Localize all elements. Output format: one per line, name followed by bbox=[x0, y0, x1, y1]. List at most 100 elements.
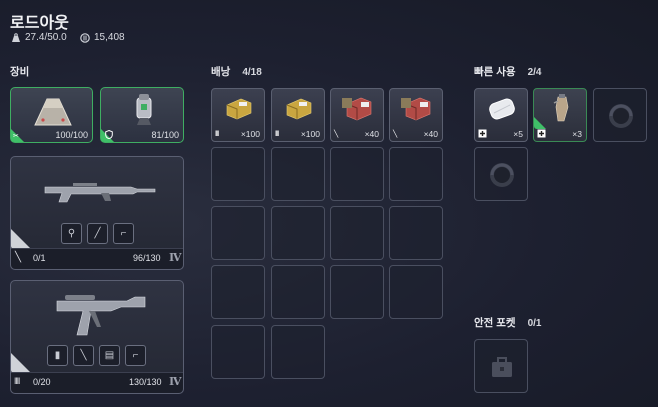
shotgun-ammo-icon bbox=[342, 97, 372, 121]
barrel-icon: ╲ bbox=[80, 350, 87, 361]
bandage-icon bbox=[489, 98, 515, 120]
quick-use-label: 빠른 사용 bbox=[474, 66, 516, 78]
backpack-slot-1[interactable]: ǀǀǀǀ ×100 bbox=[211, 88, 265, 142]
backpack-slot-5[interactable] bbox=[211, 147, 265, 201]
weapon-1-durability: 96/130 bbox=[133, 253, 161, 263]
muzzle-icon: ╱ bbox=[94, 228, 101, 239]
weapon-2-icon bbox=[56, 295, 146, 336]
item-qty: ×40 bbox=[423, 129, 438, 139]
grip-icon: ▮ bbox=[54, 350, 61, 361]
safe-pocket-slot[interactable] bbox=[474, 339, 528, 393]
backpack-slot-6[interactable] bbox=[271, 147, 325, 201]
weapon-1-footer: ╲ 0/1 96/130 Ⅳ bbox=[11, 248, 183, 269]
light-ammo-icon bbox=[286, 98, 312, 120]
shield-slot[interactable]: 81/100 bbox=[100, 87, 184, 143]
quick-use-slot-1[interactable]: ×5 bbox=[474, 88, 528, 142]
backpack-slot-15[interactable] bbox=[330, 265, 384, 319]
heal-type-icon bbox=[478, 129, 487, 138]
attachment-magazine-slot[interactable]: ▤ bbox=[99, 345, 120, 366]
augment-icon bbox=[34, 98, 72, 126]
backpack-slot-11[interactable] bbox=[330, 206, 384, 260]
augment-slot[interactable]: ✂ 100/100 bbox=[10, 87, 93, 143]
attachment-grip-slot[interactable]: ▮ bbox=[47, 345, 68, 366]
weapon-2-ammo: 0/20 bbox=[33, 377, 51, 387]
weapon-1-tier: Ⅳ bbox=[169, 251, 182, 264]
scope-icon: ⚲ bbox=[67, 228, 76, 239]
stock-icon: ⌐ bbox=[120, 228, 127, 239]
safe-pocket-count: 0/1 bbox=[527, 318, 542, 329]
magazine-icon: ▤ bbox=[104, 350, 115, 361]
backpack-slot-9[interactable] bbox=[211, 206, 265, 260]
shield-type-icon bbox=[105, 130, 113, 139]
weight-stat: 27.4/50.0 bbox=[11, 32, 67, 43]
grenade-icon bbox=[553, 94, 569, 122]
attachment-stock-slot[interactable]: ⌐ bbox=[125, 345, 146, 366]
ammo-type-icon: ǀǀǀǀ bbox=[215, 131, 219, 138]
backpack-slot-2[interactable]: ǀǀǀǀ ×100 bbox=[271, 88, 325, 142]
weapon-2-tier: Ⅳ bbox=[169, 375, 182, 388]
coin-icon bbox=[80, 32, 90, 43]
backpack-slot-12[interactable] bbox=[389, 206, 443, 260]
ammo-type-icon: ╲ bbox=[393, 131, 398, 138]
item-qty: ×40 bbox=[364, 129, 379, 139]
weight-value: 27.4/50.0 bbox=[25, 32, 67, 43]
quick-use-slot-3[interactable] bbox=[593, 88, 647, 142]
equipment-label: 장비 bbox=[10, 66, 30, 78]
backpack-slot-14[interactable] bbox=[271, 265, 325, 319]
ammo-type-icon: ǀǀǀǀ bbox=[275, 131, 279, 138]
page-title: 로드아웃 bbox=[10, 15, 69, 32]
weapon-2-durability: 130/130 bbox=[129, 377, 162, 387]
heal-type-icon bbox=[537, 129, 546, 138]
lock-box-icon bbox=[492, 357, 512, 377]
augment-type-icon: ✂ bbox=[13, 133, 19, 140]
quick-use-count: 2/4 bbox=[527, 67, 542, 78]
shotgun-ammo-icon bbox=[401, 97, 431, 121]
weapon-1-icon bbox=[44, 183, 156, 203]
backpack-slot-18[interactable] bbox=[271, 325, 325, 379]
light-ammo-icon bbox=[226, 98, 252, 120]
item-qty: ×100 bbox=[240, 129, 260, 139]
backpack-count: 4/18 bbox=[242, 67, 262, 78]
backpack-header: 배낭 4/18 bbox=[211, 64, 262, 79]
backpack-slot-4[interactable]: ╲ ×40 bbox=[389, 88, 443, 142]
attachment-stock-slot[interactable]: ⌐ bbox=[113, 223, 134, 244]
ammo-type-icon: ╲ bbox=[15, 252, 22, 263]
currency-value: 15,408 bbox=[94, 32, 125, 43]
augment-durability: 100/100 bbox=[55, 130, 88, 140]
rarity-corner bbox=[534, 117, 546, 129]
rarity-corner bbox=[11, 353, 31, 373]
backpack-slot-3[interactable]: ╲ ×40 bbox=[330, 88, 384, 142]
item-qty: ×3 bbox=[572, 129, 582, 139]
weight-icon bbox=[12, 32, 20, 42]
item-qty: ×100 bbox=[300, 129, 320, 139]
ammo-type-icon: ╲ bbox=[334, 131, 339, 138]
backpack-slot-8[interactable] bbox=[389, 147, 443, 201]
weapon-1-ammo: 0/1 bbox=[33, 253, 46, 263]
weapon-2-footer: ǀǀǀǀ 0/20 130/130 Ⅳ bbox=[11, 372, 183, 393]
weapon-slot-1[interactable]: ⚲ ╱ ⌐ ╲ 0/1 96/130 Ⅳ bbox=[10, 156, 184, 270]
ammo-type-icon: ǀǀǀǀ bbox=[14, 376, 20, 386]
backpack-slot-13[interactable] bbox=[211, 265, 265, 319]
safe-pocket-label: 안전 포켓 bbox=[474, 317, 516, 329]
attachment-barrel-slot[interactable]: ╲ bbox=[73, 345, 94, 366]
currency-stat: 15,408 bbox=[80, 32, 125, 43]
quick-use-header: 빠른 사용 2/4 bbox=[474, 64, 541, 79]
backpack-slot-16[interactable] bbox=[389, 265, 443, 319]
attachment-scope-slot[interactable]: ⚲ bbox=[61, 223, 82, 244]
empty-slot-icon bbox=[490, 163, 514, 187]
rarity-corner bbox=[11, 229, 31, 249]
safe-pocket-header: 안전 포켓 0/1 bbox=[474, 315, 541, 330]
stock-icon: ⌐ bbox=[132, 350, 139, 361]
weapon-slot-2[interactable]: ▮ ╲ ▤ ⌐ ǀǀǀǀ 0/20 130/130 Ⅳ bbox=[10, 280, 184, 394]
empty-slot-icon bbox=[609, 104, 633, 128]
item-qty: ×5 bbox=[513, 129, 523, 139]
backpack-slot-7[interactable] bbox=[330, 147, 384, 201]
shield-durability: 81/100 bbox=[151, 130, 179, 140]
backpack-label: 배낭 bbox=[211, 66, 231, 78]
shield-icon bbox=[136, 94, 152, 125]
quick-use-slot-2[interactable]: ×3 bbox=[533, 88, 587, 142]
backpack-slot-17[interactable] bbox=[211, 325, 265, 379]
quick-use-slot-4[interactable] bbox=[474, 147, 528, 201]
backpack-slot-10[interactable] bbox=[271, 206, 325, 260]
attachment-muzzle-slot[interactable]: ╱ bbox=[87, 223, 108, 244]
